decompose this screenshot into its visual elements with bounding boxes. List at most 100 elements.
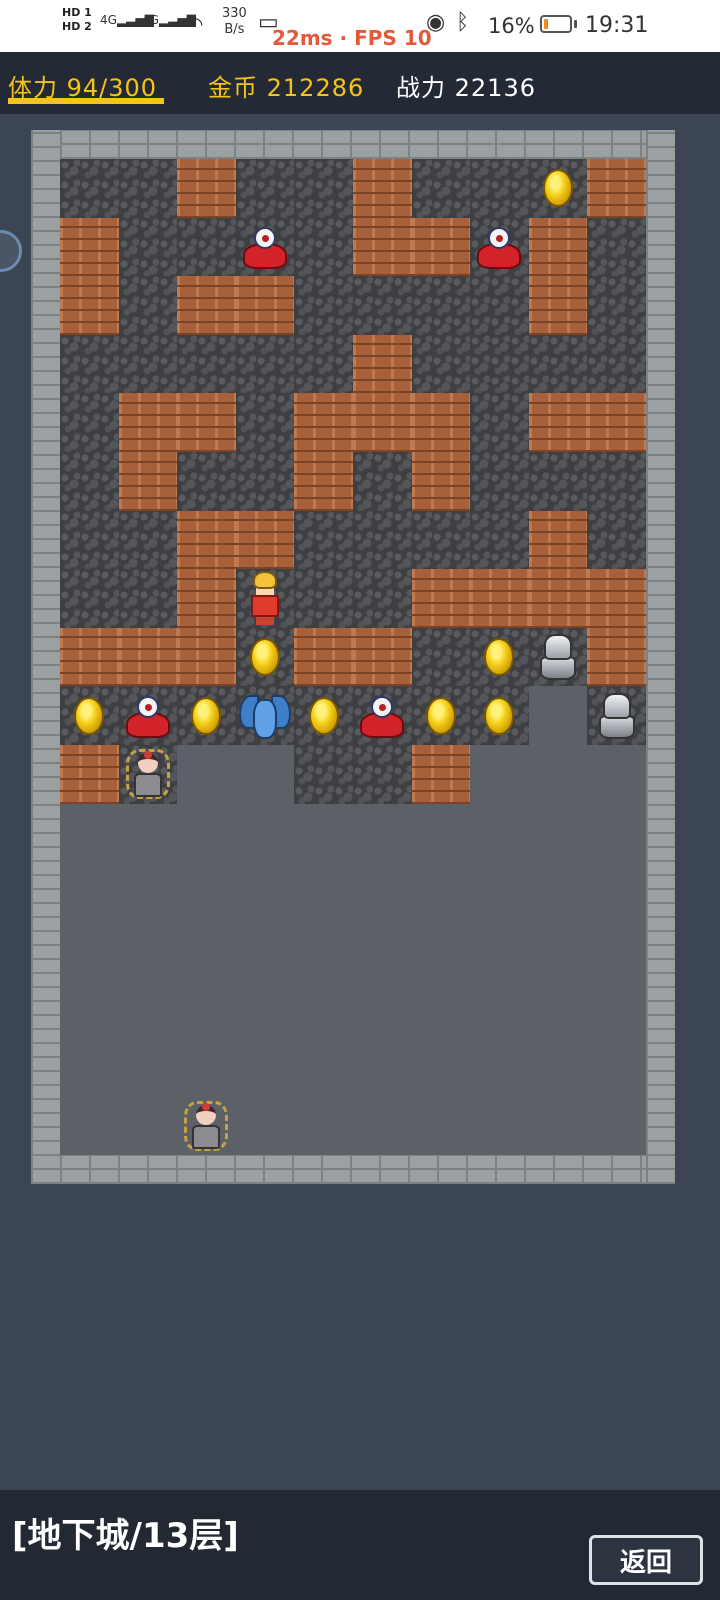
cobblestone-tile[interactable] bbox=[411, 159, 471, 218]
brick-wall-tile[interactable] bbox=[235, 510, 295, 570]
brick-wall-tile[interactable] bbox=[294, 452, 353, 511]
brick-wall-tile[interactable] bbox=[353, 334, 412, 394]
knight-sprite[interactable] bbox=[529, 628, 588, 687]
cobblestone-tile[interactable] bbox=[470, 276, 529, 335]
map-floor[interactable] bbox=[60, 159, 646, 1155]
cobblestone-tile[interactable] bbox=[294, 217, 353, 277]
brick-wall-tile[interactable] bbox=[60, 745, 119, 804]
dragon-sprite[interactable] bbox=[236, 686, 295, 745]
cobblestone-tile[interactable] bbox=[411, 510, 471, 570]
brick-wall-tile[interactable] bbox=[411, 452, 471, 511]
cobblestone-tile[interactable] bbox=[294, 569, 353, 628]
brick-wall-tile[interactable] bbox=[60, 276, 119, 335]
brick-wall-tile[interactable] bbox=[177, 276, 236, 335]
cobblestone-tile[interactable] bbox=[294, 159, 353, 218]
brick-wall-tile[interactable] bbox=[587, 159, 646, 218]
brick-wall-tile[interactable] bbox=[587, 393, 646, 452]
cobblestone-tile[interactable] bbox=[118, 159, 178, 218]
knight-sprite[interactable] bbox=[587, 686, 646, 745]
brick-wall-tile[interactable] bbox=[470, 569, 529, 628]
brick-wall-tile[interactable] bbox=[60, 217, 119, 277]
cobblestone-tile[interactable] bbox=[587, 334, 646, 394]
cobblestone-tile[interactable] bbox=[177, 334, 236, 394]
floating-assist-button[interactable] bbox=[0, 230, 22, 272]
brick-wall-tile[interactable] bbox=[177, 627, 236, 687]
maiden-sprite[interactable] bbox=[177, 1097, 236, 1156]
cobblestone-tile[interactable] bbox=[118, 510, 178, 570]
cobblestone-tile[interactable] bbox=[294, 276, 353, 335]
brick-wall-tile[interactable] bbox=[528, 276, 588, 335]
cobblestone-tile[interactable] bbox=[60, 393, 119, 452]
brick-wall-tile[interactable] bbox=[411, 217, 471, 277]
coin-sprite[interactable] bbox=[177, 686, 236, 745]
cobblestone-tile[interactable] bbox=[118, 276, 178, 335]
brick-wall-tile[interactable] bbox=[411, 745, 471, 804]
cobblestone-tile[interactable] bbox=[118, 334, 178, 394]
cobblestone-tile[interactable] bbox=[177, 452, 236, 511]
brick-wall-tile[interactable] bbox=[528, 510, 588, 570]
cobblestone-tile[interactable] bbox=[353, 452, 412, 511]
slime-sprite[interactable] bbox=[353, 686, 412, 745]
cobblestone-tile[interactable] bbox=[470, 393, 529, 452]
coin-sprite[interactable] bbox=[60, 686, 119, 745]
brick-wall-tile[interactable] bbox=[118, 393, 178, 452]
brick-wall-tile[interactable] bbox=[528, 393, 588, 452]
cobblestone-tile[interactable] bbox=[294, 510, 353, 570]
brick-wall-tile[interactable] bbox=[353, 393, 412, 452]
cobblestone-tile[interactable] bbox=[587, 217, 646, 277]
brick-wall-tile[interactable] bbox=[118, 452, 178, 511]
cobblestone-tile[interactable] bbox=[353, 276, 412, 335]
hero-sprite[interactable] bbox=[236, 569, 295, 628]
cobblestone-tile[interactable] bbox=[235, 393, 295, 452]
cobblestone-tile[interactable] bbox=[587, 276, 646, 335]
coin-sprite[interactable] bbox=[529, 159, 588, 218]
cobblestone-tile[interactable] bbox=[353, 745, 412, 804]
brick-wall-tile[interactable] bbox=[177, 569, 236, 628]
cobblestone-tile[interactable] bbox=[528, 334, 588, 394]
cobblestone-tile[interactable] bbox=[411, 627, 471, 687]
slime-sprite[interactable] bbox=[470, 218, 529, 277]
cobblestone-tile[interactable] bbox=[60, 569, 119, 628]
dungeon-map[interactable] bbox=[31, 130, 675, 1184]
cobblestone-tile[interactable] bbox=[118, 569, 178, 628]
brick-wall-tile[interactable] bbox=[353, 627, 412, 687]
cobblestone-tile[interactable] bbox=[294, 745, 353, 804]
maiden-sprite[interactable] bbox=[119, 745, 178, 804]
cobblestone-tile[interactable] bbox=[177, 217, 236, 277]
coin-sprite[interactable] bbox=[236, 628, 295, 687]
brick-wall-tile[interactable] bbox=[353, 217, 412, 277]
coin-sprite[interactable] bbox=[412, 686, 471, 745]
cobblestone-tile[interactable] bbox=[587, 510, 646, 570]
brick-wall-tile[interactable] bbox=[411, 393, 471, 452]
back-button[interactable]: 返回 bbox=[589, 1535, 703, 1585]
brick-wall-tile[interactable] bbox=[528, 569, 588, 628]
cobblestone-tile[interactable] bbox=[353, 510, 412, 570]
brick-wall-tile[interactable] bbox=[587, 627, 646, 687]
slime-sprite[interactable] bbox=[236, 218, 295, 277]
brick-wall-tile[interactable] bbox=[411, 569, 471, 628]
cobblestone-tile[interactable] bbox=[235, 452, 295, 511]
coin-sprite[interactable] bbox=[294, 686, 353, 745]
cobblestone-tile[interactable] bbox=[470, 452, 529, 511]
cobblestone-tile[interactable] bbox=[60, 334, 119, 394]
brick-wall-tile[interactable] bbox=[118, 627, 178, 687]
cobblestone-tile[interactable] bbox=[60, 452, 119, 511]
brick-wall-tile[interactable] bbox=[235, 276, 295, 335]
cobblestone-tile[interactable] bbox=[470, 159, 529, 218]
slime-sprite[interactable] bbox=[119, 686, 178, 745]
cobblestone-tile[interactable] bbox=[353, 569, 412, 628]
cobblestone-tile[interactable] bbox=[235, 334, 295, 394]
cobblestone-tile[interactable] bbox=[470, 334, 529, 394]
brick-wall-tile[interactable] bbox=[177, 393, 236, 452]
brick-wall-tile[interactable] bbox=[60, 627, 119, 687]
coin-sprite[interactable] bbox=[470, 686, 529, 745]
cobblestone-tile[interactable] bbox=[60, 159, 119, 218]
cobblestone-tile[interactable] bbox=[587, 452, 646, 511]
brick-wall-tile[interactable] bbox=[177, 510, 236, 570]
cobblestone-tile[interactable] bbox=[118, 217, 178, 277]
cobblestone-tile[interactable] bbox=[470, 510, 529, 570]
cobblestone-tile[interactable] bbox=[60, 510, 119, 570]
cobblestone-tile[interactable] bbox=[411, 334, 471, 394]
brick-wall-tile[interactable] bbox=[294, 393, 353, 452]
brick-wall-tile[interactable] bbox=[528, 217, 588, 277]
